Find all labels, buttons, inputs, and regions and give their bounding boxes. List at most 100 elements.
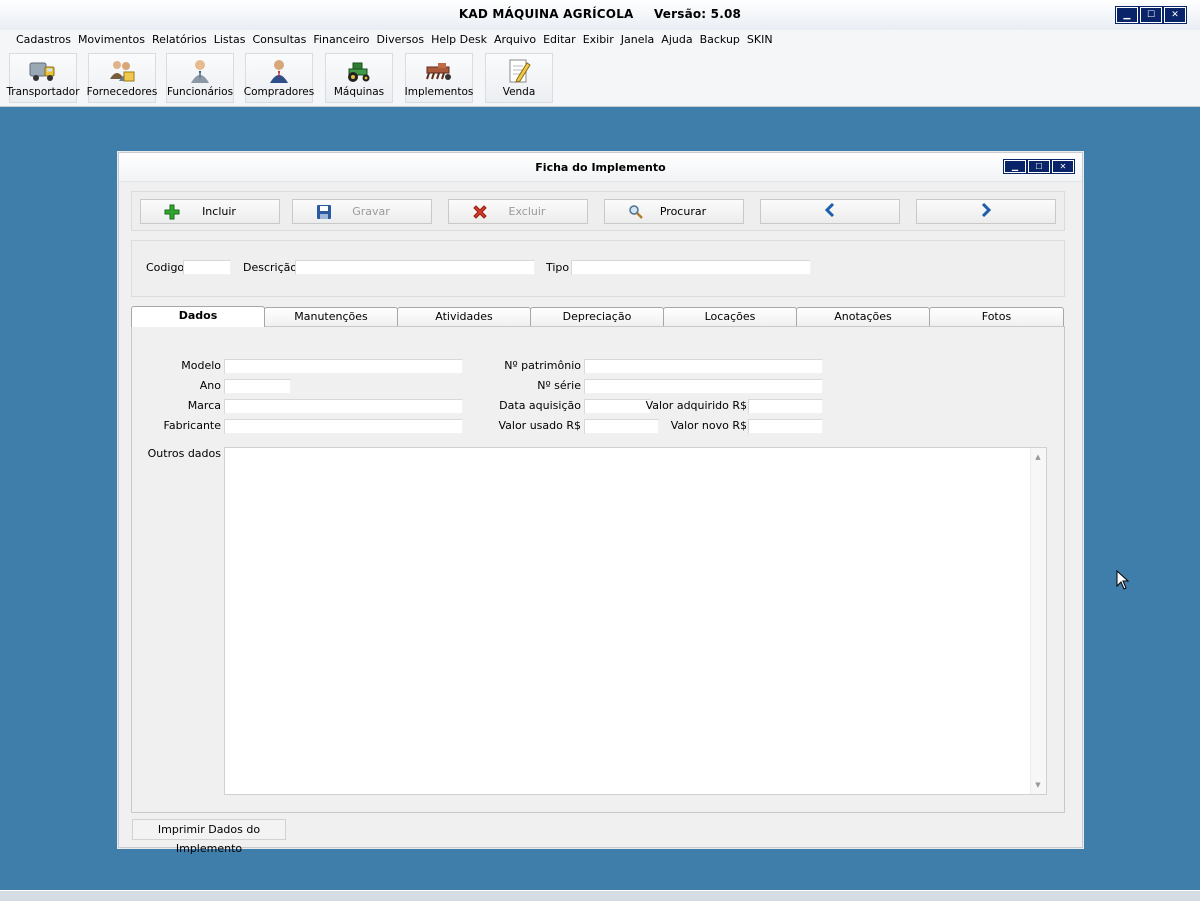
modelo-input[interactable] xyxy=(224,359,463,374)
close-icon[interactable]: ✕ xyxy=(1051,159,1075,174)
valor-adquirido-input[interactable] xyxy=(748,399,823,414)
menu-janela[interactable]: Janela xyxy=(617,30,658,46)
form-title: Ficha do Implemento xyxy=(535,161,666,174)
delete-x-icon xyxy=(471,203,489,221)
valor-novo-input[interactable] xyxy=(748,419,823,434)
valor-adquirido-label: Valor adquirido R$ xyxy=(645,399,747,412)
menu-ajuda[interactable]: Ajuda xyxy=(657,30,695,46)
fabricante-input[interactable] xyxy=(224,419,463,434)
app-title-bar: KAD MÁQUINA AGRÍCOLA Versão: 5.08 ▁ ☐ ✕ xyxy=(0,0,1200,31)
tab-atividades[interactable]: Atividades xyxy=(397,307,531,326)
toolbar-funcionarios-button[interactable]: Funcionários xyxy=(166,53,234,103)
outros-dados-label: Outros dados xyxy=(147,447,221,460)
dados-tab-panel: Modelo Ano Marca Fabricante Nº patrimôni… xyxy=(131,326,1065,813)
employee-icon xyxy=(185,56,215,86)
menu-arquivo[interactable]: Arquivo xyxy=(490,30,539,46)
tab-locacoes[interactable]: Locações xyxy=(663,307,797,326)
print-implement-button[interactable]: Imprimir Dados do Implemento xyxy=(132,819,286,855)
app-name: KAD MÁQUINA AGRÍCOLA xyxy=(458,7,634,21)
tipo-label: Tipo xyxy=(546,261,570,274)
menu-bar: Cadastros Movimentos Relatórios Listas Consu… xyxy=(0,30,1200,51)
marca-input[interactable] xyxy=(224,399,463,414)
toolbar-transportador-button[interactable]: Transportador xyxy=(6,53,80,103)
tab-fotos[interactable]: Fotos xyxy=(929,307,1064,326)
tipo-input[interactable] xyxy=(571,260,811,275)
incluir-label: Incluir xyxy=(202,205,236,218)
maximize-icon[interactable]: ☐ xyxy=(1139,6,1163,24)
tab-anotacoes[interactable]: Anotações xyxy=(796,307,930,326)
scroll-down-icon[interactable]: ▼ xyxy=(1034,781,1042,789)
header-fields: Codigo Descrição Tipo xyxy=(131,240,1065,297)
mouse-cursor-icon xyxy=(1116,569,1130,590)
procurar-button[interactable]: Procurar xyxy=(604,199,744,224)
plus-icon xyxy=(163,203,181,221)
menu-editar[interactable]: Editar xyxy=(539,30,579,46)
patrimonio-input[interactable] xyxy=(584,359,823,374)
toolbar-implementos-button[interactable]: Implementos xyxy=(405,53,473,103)
menu-movimentos[interactable]: Movimentos xyxy=(74,30,148,46)
toolbar-label: Funcionários xyxy=(166,86,234,98)
ano-input[interactable] xyxy=(224,379,291,394)
menu-listas[interactable]: Listas xyxy=(210,30,249,46)
scroll-up-icon[interactable]: ▲ xyxy=(1034,453,1042,461)
menu-relatorios[interactable]: Relatórios xyxy=(148,30,210,46)
tab-depreciacao[interactable]: Depreciação xyxy=(530,307,664,326)
fabricante-label: Fabricante xyxy=(163,419,221,432)
suppliers-icon xyxy=(107,56,137,86)
implement-icon xyxy=(424,56,454,86)
toolbar-label: Transportador xyxy=(6,86,80,98)
menu-diversos[interactable]: Diversos xyxy=(373,30,428,46)
tab-manutencoes[interactable]: Manutenções xyxy=(264,307,398,326)
toolbar-label: Fornecedores xyxy=(86,86,158,98)
serie-label: Nº série xyxy=(537,379,581,392)
excluir-label: Excluir xyxy=(508,205,546,218)
app-title: KAD MÁQUINA AGRÍCOLA Versão: 5.08 xyxy=(0,7,1200,21)
chevron-left-icon xyxy=(824,202,836,220)
menu-exibir[interactable]: Exibir xyxy=(579,30,617,46)
tab-dados[interactable]: Dados xyxy=(131,306,265,327)
menu-cadastros[interactable]: Cadastros xyxy=(12,30,74,46)
vertical-scrollbar[interactable]: ▲ ▼ xyxy=(1030,448,1046,794)
implement-form-window: Ficha do Implemento ▁ ☐ ✕ Incluir Gravar… xyxy=(118,152,1083,855)
menu-help-desk[interactable]: Help Desk xyxy=(427,30,490,46)
outros-dados-textarea[interactable]: ▲ ▼ xyxy=(224,447,1047,795)
procurar-label: Procurar xyxy=(659,205,707,218)
toolbar-maquinas-button[interactable]: Máquinas xyxy=(325,53,393,103)
minimize-icon[interactable]: ▁ xyxy=(1115,6,1139,24)
toolbar-compradores-button[interactable]: Compradores xyxy=(243,53,315,103)
toolbar-venda-button[interactable]: Venda xyxy=(485,53,553,103)
menu-skin[interactable]: SKIN xyxy=(743,30,776,46)
excluir-button[interactable]: Excluir xyxy=(448,199,588,224)
previous-record-button[interactable] xyxy=(760,199,900,224)
close-icon[interactable]: ✕ xyxy=(1163,6,1187,24)
valor-usado-input[interactable] xyxy=(584,419,659,434)
codigo-input[interactable] xyxy=(183,260,231,275)
serie-input[interactable] xyxy=(584,379,823,394)
descricao-input[interactable] xyxy=(295,260,535,275)
marca-label: Marca xyxy=(187,399,221,412)
bottom-status-strip xyxy=(0,890,1200,901)
menu-financeiro[interactable]: Financeiro xyxy=(309,30,372,46)
descricao-label: Descrição xyxy=(243,261,298,274)
action-bar: Incluir Gravar Excluir Procurar xyxy=(131,191,1065,231)
modelo-label: Modelo xyxy=(181,359,221,372)
next-record-button[interactable] xyxy=(916,199,1056,224)
toolbar-label: Máquinas xyxy=(333,86,385,98)
toolbar-label: Compradores xyxy=(243,86,315,98)
valor-novo-label: Valor novo R$ xyxy=(670,419,747,432)
menu-consultas[interactable]: Consultas xyxy=(248,30,309,46)
form-window-controls: ▁ ☐ ✕ xyxy=(1003,159,1075,174)
incluir-button[interactable]: Incluir xyxy=(140,199,280,224)
maximize-icon[interactable]: ☐ xyxy=(1027,159,1051,174)
toolbar-label: Venda xyxy=(502,86,536,98)
app-window-controls: ▁ ☐ ✕ xyxy=(1115,6,1187,24)
toolbar-fornecedores-button[interactable]: Fornecedores xyxy=(86,53,158,103)
valor-usado-label: Valor usado R$ xyxy=(498,419,581,432)
patrimonio-label: Nº patrimônio xyxy=(504,359,581,372)
menu-backup[interactable]: Backup xyxy=(696,30,743,46)
ano-label: Ano xyxy=(199,379,221,392)
data-aquisicao-input[interactable] xyxy=(584,399,651,414)
minimize-icon[interactable]: ▁ xyxy=(1003,159,1027,174)
codigo-label: Codigo xyxy=(146,261,185,274)
gravar-button[interactable]: Gravar xyxy=(292,199,432,224)
